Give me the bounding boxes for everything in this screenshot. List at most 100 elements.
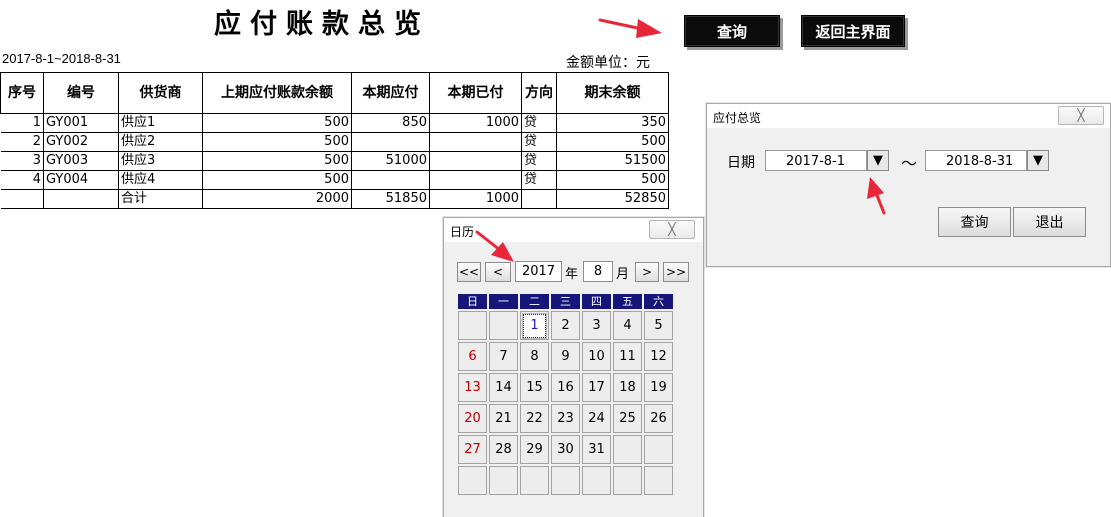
start-date-dropdown-button[interactable]: ▼ [867,150,889,171]
next-month-button[interactable]: > [635,262,659,282]
table-cell[interactable]: 供应4 [118,170,203,190]
day-cell[interactable]: 25 [613,404,642,433]
query-button[interactable]: 查询 [684,15,780,47]
table-cell[interactable]: 2000 [202,189,352,209]
day-cell[interactable]: 22 [520,404,549,433]
table-cell[interactable]: GY003 [43,151,119,171]
end-date-dropdown-button[interactable]: ▼ [1027,150,1049,171]
day-cell[interactable]: 30 [551,435,580,464]
end-date-field[interactable]: 2018-8-31 [925,150,1027,171]
table-cell[interactable]: 供应1 [118,113,203,133]
table-cell[interactable] [429,132,522,152]
table-cell[interactable] [429,170,522,190]
table-cell[interactable]: 贷 [521,151,557,171]
dialog-exit-button[interactable]: 退出 [1013,207,1086,237]
table-cell[interactable]: 52850 [556,189,669,209]
table-cell[interactable]: 1000 [429,113,522,133]
table-cell[interactable]: 贷 [521,170,557,190]
prev-year-button[interactable]: << [457,262,481,282]
day-cell[interactable] [489,311,518,340]
table-cell[interactable]: GY004 [43,170,119,190]
table-cell[interactable]: 1000 [429,189,522,209]
table-cell[interactable]: 贷 [521,132,557,152]
table-cell[interactable]: 51000 [351,151,430,171]
day-cell[interactable]: 19 [644,373,673,402]
back-to-main-button[interactable]: 返回主界面 [801,15,905,47]
day-cell[interactable]: 14 [489,373,518,402]
day-cell[interactable]: 17 [582,373,611,402]
day-cell[interactable] [582,466,611,495]
day-cell[interactable]: 13 [458,373,487,402]
start-date-field[interactable]: 2017-8-1 [765,150,867,171]
day-cell[interactable] [458,466,487,495]
table-cell[interactable]: 500 [202,113,352,133]
day-cell[interactable] [458,311,487,340]
month-field[interactable]: 8 [583,261,613,282]
day-cell[interactable]: 2 [551,311,580,340]
day-cell[interactable]: 29 [520,435,549,464]
day-cell[interactable]: 28 [489,435,518,464]
dialog-query-button[interactable]: 查询 [938,207,1011,237]
day-cell[interactable]: 3 [582,311,611,340]
day-cell[interactable] [520,466,549,495]
close-button[interactable]: ╳ [1058,106,1104,125]
table-cell[interactable]: GY002 [43,132,119,152]
year-field[interactable]: 2017 [515,261,562,282]
day-cell[interactable]: 20 [458,404,487,433]
day-cell[interactable]: 12 [644,342,673,371]
table-cell[interactable] [351,170,430,190]
day-cell[interactable] [613,435,642,464]
day-cell[interactable]: 27 [458,435,487,464]
table-cell[interactable]: 1 [0,113,44,133]
table-cell[interactable] [521,189,557,209]
table-cell[interactable] [429,151,522,171]
table-cell[interactable]: 500 [556,170,669,190]
table-cell[interactable]: GY001 [43,113,119,133]
day-cell[interactable]: 23 [551,404,580,433]
table-cell[interactable]: 3 [0,151,44,171]
table-cell[interactable]: 供应3 [118,151,203,171]
table-cell[interactable]: 51850 [351,189,430,209]
table-cell[interactable] [0,189,44,209]
day-cell-selected[interactable]: 1 [520,311,549,340]
day-cell[interactable]: 6 [458,342,487,371]
day-cell[interactable] [644,435,673,464]
table-cell[interactable]: 500 [202,151,352,171]
day-cell[interactable] [489,466,518,495]
table-cell[interactable] [351,132,430,152]
day-cell[interactable] [613,466,642,495]
day-cell[interactable] [644,466,673,495]
day-cell[interactable]: 4 [613,311,642,340]
table-cell[interactable]: 850 [351,113,430,133]
day-cell[interactable]: 10 [582,342,611,371]
table-cell[interactable]: 供应2 [118,132,203,152]
table-cell[interactable] [43,189,119,209]
day-cell[interactable]: 21 [489,404,518,433]
next-year-button[interactable]: >> [663,262,689,282]
day-cell[interactable]: 15 [520,373,549,402]
prev-month-button[interactable]: < [485,262,511,282]
table-cell[interactable]: 500 [556,132,669,152]
day-cell[interactable]: 26 [644,404,673,433]
day-cell[interactable]: 11 [613,342,642,371]
dialog-titlebar[interactable]: 日历 ╳ [444,218,703,242]
day-cell[interactable]: 24 [582,404,611,433]
day-cell[interactable] [551,466,580,495]
total-label[interactable]: 合计 [118,189,203,209]
table-cell[interactable]: 350 [556,113,669,133]
table-cell[interactable]: 500 [202,170,352,190]
table-cell[interactable]: 500 [202,132,352,152]
dialog-titlebar[interactable]: 应付总览 ╳ [707,104,1110,128]
table-cell[interactable]: 4 [0,170,44,190]
day-cell[interactable]: 31 [582,435,611,464]
table-cell[interactable]: 贷 [521,113,557,133]
day-cell[interactable]: 18 [613,373,642,402]
close-button[interactable]: ╳ [649,220,695,239]
day-cell[interactable]: 16 [551,373,580,402]
table-cell[interactable]: 2 [0,132,44,152]
day-cell[interactable]: 9 [551,342,580,371]
day-cell[interactable]: 8 [520,342,549,371]
day-cell[interactable]: 7 [489,342,518,371]
day-cell[interactable]: 5 [644,311,673,340]
table-cell[interactable]: 51500 [556,151,669,171]
